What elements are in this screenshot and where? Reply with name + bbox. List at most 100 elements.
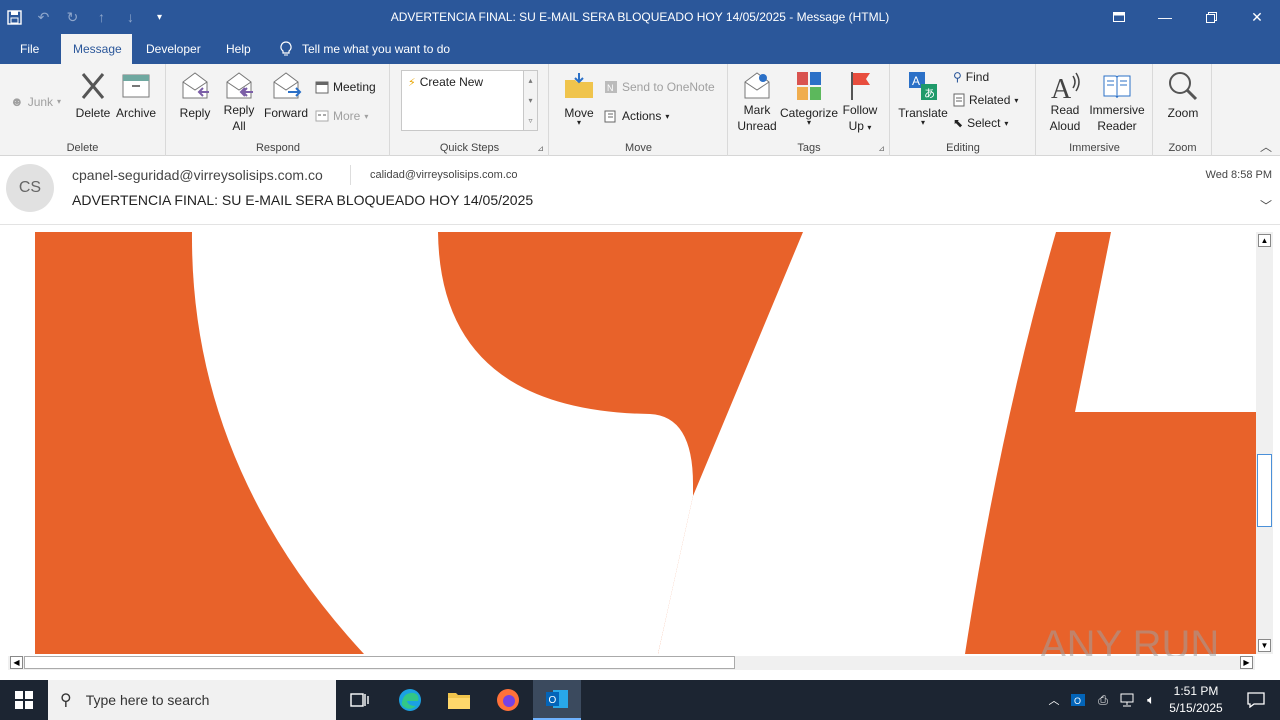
- select-button[interactable]: ⬉ Select ▾: [953, 116, 1008, 130]
- move-folder-icon: [565, 73, 593, 98]
- tags-group: Mark Unread Categorize ▾ Follow Up ▾ Tag…: [729, 64, 890, 156]
- tab-message[interactable]: Message: [61, 34, 132, 65]
- undo-icon[interactable]: ↶: [29, 0, 58, 34]
- vertical-scrollbar[interactable]: ▲ ▼: [1256, 232, 1273, 654]
- clock-time: 1:51 PM: [1173, 684, 1219, 698]
- scroll-left-icon[interactable]: ◀: [10, 656, 23, 669]
- message-header: CS cpanel-seguridad@virreysolisips.com.c…: [0, 157, 1280, 225]
- task-view-icon: [350, 693, 369, 707]
- outlook-taskbar-button[interactable]: O: [533, 680, 581, 720]
- respond-group: Reply Reply All Forward Meeting More ▾ R…: [167, 64, 390, 156]
- cursor-icon: ⬉: [953, 116, 964, 130]
- more-button[interactable]: More ▾: [315, 109, 368, 123]
- find-button[interactable]: ⚲ Find: [953, 70, 989, 84]
- reply-button[interactable]: Reply: [175, 70, 215, 120]
- zoom-button[interactable]: Zoom: [1162, 70, 1204, 120]
- collapse-ribbon-icon[interactable]: ︿: [1260, 138, 1272, 155]
- vertical-scroll-thumb[interactable]: [1257, 454, 1272, 527]
- save-icon[interactable]: [0, 0, 29, 34]
- tray-chevron-icon[interactable]: ︿: [1042, 680, 1066, 720]
- dialog-launcher-icon[interactable]: ⊿: [878, 144, 885, 153]
- taskbar-search-placeholder: Type here to search: [85, 692, 210, 708]
- dialog-launcher-icon[interactable]: ⊿: [537, 144, 544, 153]
- network-icon[interactable]: [1115, 680, 1139, 720]
- categorize-button[interactable]: Categorize ▾: [779, 70, 839, 127]
- scroll-right-icon[interactable]: ▶: [1240, 656, 1253, 669]
- close-icon[interactable]: ✕: [1234, 0, 1280, 34]
- redo-icon[interactable]: ↻: [58, 0, 87, 34]
- horizontal-scroll-thumb[interactable]: [24, 656, 735, 669]
- move-button[interactable]: Move ▾: [558, 70, 600, 127]
- tab-developer[interactable]: Developer: [134, 34, 213, 64]
- chevron-down-icon: ▾: [1014, 95, 1019, 105]
- related-icon: [953, 93, 965, 107]
- svg-text:A: A: [912, 74, 920, 88]
- taskbar: ⚲ Type here to search O ︿ O ⎙ 🔈︎ 1:51 PM…: [0, 680, 1280, 720]
- ribbon-display-icon[interactable]: [1096, 0, 1142, 34]
- customize-icon[interactable]: ▾: [145, 0, 174, 34]
- start-button[interactable]: [0, 680, 48, 720]
- firefox-taskbar-button[interactable]: [484, 680, 532, 720]
- menu-bar: File Message Developer Help Tell me what…: [0, 34, 1280, 65]
- windows-icon: [15, 691, 33, 709]
- scroll-down-icon[interactable]: ▼: [1258, 639, 1271, 652]
- sender-address[interactable]: cpanel-seguridad@virreysolisips.com.co: [72, 167, 323, 183]
- notification-center-button[interactable]: [1232, 680, 1280, 720]
- lightbulb-icon: [280, 41, 292, 56]
- quick-steps-scroll[interactable]: ▴ ▾ ▿: [523, 70, 538, 131]
- create-new-quickstep[interactable]: ⚡ Create New: [408, 75, 483, 89]
- more-respond-icon: [315, 110, 329, 122]
- folder-icon: [448, 693, 470, 709]
- restore-icon[interactable]: [1188, 0, 1234, 34]
- edge-icon: [399, 689, 421, 711]
- quick-steps-gallery: ⚡ Create New: [401, 70, 529, 131]
- tell-me-box[interactable]: Tell me what you want to do: [268, 34, 462, 64]
- meeting-button[interactable]: Meeting: [315, 80, 376, 94]
- svg-text:O: O: [549, 695, 557, 706]
- tray-device-icon[interactable]: ⎙: [1091, 680, 1115, 720]
- task-view-button[interactable]: [336, 680, 384, 720]
- scroll-up-icon[interactable]: ▲: [1258, 234, 1271, 247]
- immersive-reader-button[interactable]: Immersive Reader: [1087, 70, 1147, 134]
- read-aloud-button[interactable]: A Read Aloud: [1043, 70, 1087, 134]
- tab-help[interactable]: Help: [214, 34, 263, 64]
- taskbar-clock[interactable]: 1:51 PM 5/15/2025: [1164, 683, 1228, 717]
- translate-icon: Aあ: [909, 72, 937, 100]
- recipient-address[interactable]: calidad@virreysolisips.com.co: [370, 169, 518, 181]
- file-explorer-taskbar-button[interactable]: [435, 680, 483, 720]
- actions-button[interactable]: Actions ▾: [604, 109, 669, 123]
- tab-file[interactable]: File: [8, 34, 51, 64]
- forward-icon: [273, 72, 302, 99]
- chevron-down-icon: ▾: [867, 123, 872, 132]
- translate-button[interactable]: Aあ Translate ▾: [897, 70, 949, 127]
- minimize-icon[interactable]: —: [1142, 0, 1188, 34]
- search-icon: ⚲: [953, 70, 962, 84]
- forward-button[interactable]: Forward: [263, 70, 309, 120]
- actions-icon: [604, 110, 616, 123]
- avatar[interactable]: CS: [6, 164, 54, 212]
- down-arrow-icon[interactable]: ↓: [116, 0, 145, 34]
- up-arrow-icon[interactable]: ↑: [87, 0, 116, 34]
- magnifier-icon: [1169, 72, 1198, 101]
- tray-outlook-icon[interactable]: O: [1066, 680, 1090, 720]
- junk-button[interactable]: ☻ Junk ▾: [10, 94, 61, 109]
- mark-unread-button[interactable]: Mark Unread: [733, 70, 781, 134]
- send-to-onenote-button[interactable]: N Send to OneNote: [604, 80, 715, 94]
- edge-taskbar-button[interactable]: [386, 680, 434, 720]
- expand-header-icon[interactable]: ﹀: [1260, 197, 1272, 214]
- taskbar-search-box[interactable]: ⚲ Type here to search: [48, 680, 336, 720]
- volume-icon[interactable]: 🔈︎: [1139, 680, 1163, 720]
- related-button[interactable]: Related ▾: [953, 93, 1018, 107]
- message-subject: ADVERTENCIA FINAL: SU E-MAIL SERA BLOQUE…: [72, 192, 534, 208]
- reply-all-button[interactable]: Reply All: [219, 70, 259, 134]
- search-icon: ⚲: [60, 692, 72, 709]
- delete-button[interactable]: Delete: [72, 70, 114, 120]
- message-body: ANY RUN: [0, 226, 1280, 672]
- chevron-down-icon: ▾: [364, 111, 369, 121]
- horizontal-scrollbar[interactable]: ◀ ▶: [8, 656, 1255, 670]
- quick-steps-group: ⚡ Create New ▴ ▾ ▿ Quick Steps ⊿: [391, 64, 549, 156]
- archive-button[interactable]: Archive: [114, 70, 158, 120]
- flag-icon: [851, 72, 870, 100]
- delete-icon: [81, 73, 105, 99]
- follow-up-button[interactable]: Follow Up ▾: [839, 70, 881, 136]
